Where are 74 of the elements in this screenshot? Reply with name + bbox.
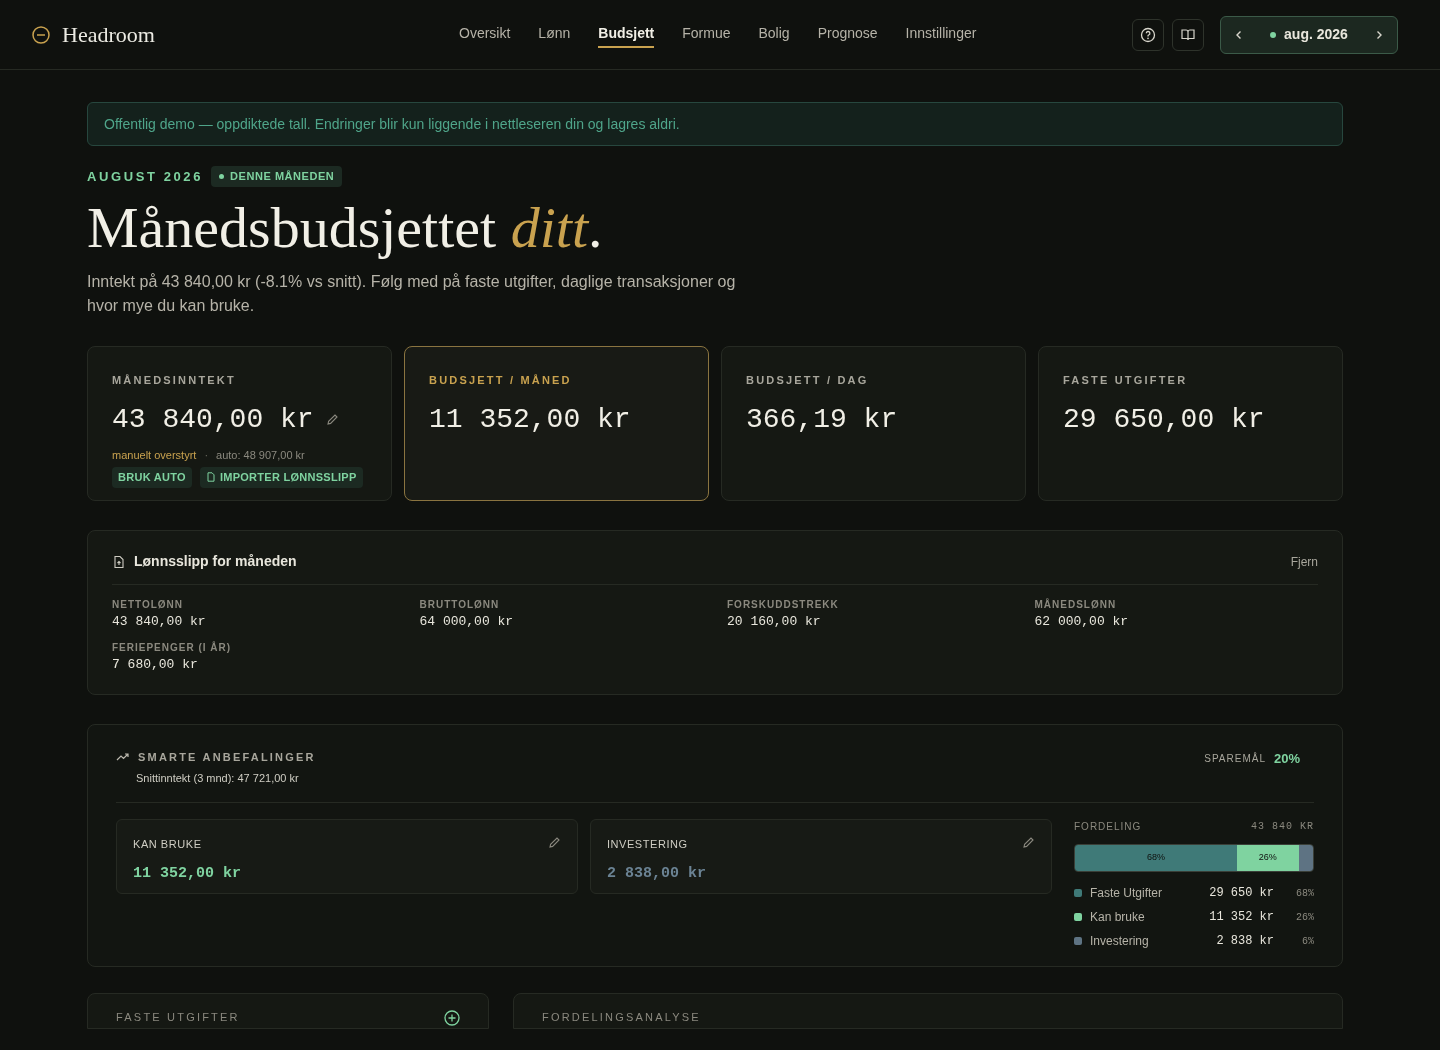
allocation-value: 11 352,00 kr [133, 863, 242, 884]
distribution-title: FORDELING [1074, 820, 1142, 835]
nav-tab[interactable]: Budsjett [598, 22, 655, 48]
trend-up-icon [116, 752, 130, 763]
field-value: 20 160,00 kr [727, 613, 822, 632]
field-value: 62 000,00 kr [1034, 613, 1130, 632]
legend-amount: 29 650 kr [1209, 885, 1274, 903]
average-income-text: Snittinntekt (3 mnd): 47 721,00 kr [136, 770, 300, 786]
bar-segment: 68% [1075, 845, 1237, 872]
field-label: BRUTTOLØNN [419, 598, 501, 613]
separator-dot: · [204, 447, 209, 463]
help-button[interactable] [1132, 18, 1164, 51]
legend-percent: 68% [1295, 886, 1314, 901]
savings-goal-label: SPAREMÅL [1204, 751, 1266, 767]
nav-tab[interactable]: Bolig [758, 22, 790, 48]
allocation-label: INVESTERING [607, 837, 689, 853]
nav-tab[interactable]: Prognose [817, 22, 878, 48]
savings-goal-value: 20% [1273, 750, 1300, 769]
stat-label: MÅNEDSINNTEKT [112, 373, 237, 389]
override-note: manuelt overstyrt [112, 447, 197, 463]
edit-icon[interactable] [548, 836, 561, 850]
auto-value: auto: 48 907,00 kr [216, 447, 305, 463]
brand-name: Headroom [62, 21, 155, 49]
nav-tab[interactable]: Innstillinger [905, 22, 977, 48]
legend-label: Kan bruke [1090, 909, 1145, 927]
panel-title: FORDELINGSANALYSE [542, 1010, 701, 1025]
stat-value: 43 840,00 kr [112, 402, 314, 437]
distribution-total: 43 840 KR [1251, 820, 1314, 835]
legend-label: Investering [1090, 933, 1149, 951]
legend-percent: 6% [1301, 934, 1314, 949]
allocation-value: 2 838,00 kr [607, 863, 707, 884]
edit-icon[interactable] [1022, 836, 1035, 850]
remove-link[interactable]: Fjern [1290, 552, 1318, 571]
section-title: SMARTE ANBEFALINGER [138, 750, 316, 766]
stat-value: 11 352,00 kr [429, 402, 631, 437]
field-value: 7 680,00 kr [112, 655, 199, 674]
demo-notice: Offentlig demo — oppdiktede tall. Endringer blir kun liggende i nettleseren din og lagres aldri. [87, 102, 1343, 146]
legend-label: Faste Utgifter [1090, 885, 1163, 903]
document-icon [112, 554, 126, 569]
import-payslip-button[interactable]: IMPORTER LØNNSSLIPP [199, 467, 363, 488]
payslip-title: Lønnsslipp for måneden [134, 552, 297, 572]
document-icon [205, 472, 216, 483]
page-subtitle: Inntekt på 43 840,00 kr (-8.1% vs snitt). Følg med på faste utgifter, daglige transaksjoner og hvor mye du kan bruke. [87, 272, 737, 317]
allocation-label: KAN BRUKE [133, 837, 203, 853]
stat-value: 366,19 kr [746, 402, 898, 437]
help-icon [1140, 26, 1156, 43]
current-month-badge: DENNE MÅNEDEN [211, 166, 343, 187]
month-label: aug. 2026 [1284, 25, 1348, 44]
legend-amount: 2 838 kr [1216, 933, 1274, 951]
stat-value: 29 650,00 kr [1063, 402, 1265, 437]
month-heading: AUGUST 2026 [87, 167, 204, 186]
nav-tab[interactable]: Oversikt [459, 22, 511, 48]
field-value: 43 840,00 kr [112, 613, 207, 632]
logo-icon [32, 25, 50, 44]
stat-label: FASTE UTGIFTER [1063, 373, 1189, 389]
field-value: 64 000,00 kr [419, 613, 515, 632]
nav-tab[interactable]: Lønn [538, 22, 571, 48]
bar-segment: 26% [1236, 845, 1299, 872]
field-label: FERIEPENGER (I ÅR) [112, 640, 233, 655]
nav-tab[interactable]: Formue [682, 22, 731, 48]
page-title: Månedsbudsjettet ditt. [87, 193, 604, 262]
edit-icon[interactable] [325, 413, 339, 427]
field-label: NETTOLØNN [112, 598, 185, 613]
legend-percent: 26% [1295, 910, 1314, 925]
add-icon[interactable] [444, 1010, 460, 1027]
stat-label: BUDSJETT / DAG [746, 373, 870, 389]
stat-label: BUDSJETT / MÅNED [429, 373, 573, 389]
book-icon [1180, 26, 1196, 43]
panel-title: FASTE UTGIFTER [116, 1010, 240, 1025]
use-auto-button[interactable]: BRUK AUTO [112, 467, 192, 488]
guide-button[interactable] [1172, 18, 1204, 51]
legend-amount: 11 352 kr [1209, 909, 1274, 927]
field-label: MÅNEDSLØNN [1034, 597, 1118, 613]
field-label: FORSKUDDSTREKK [727, 598, 840, 613]
